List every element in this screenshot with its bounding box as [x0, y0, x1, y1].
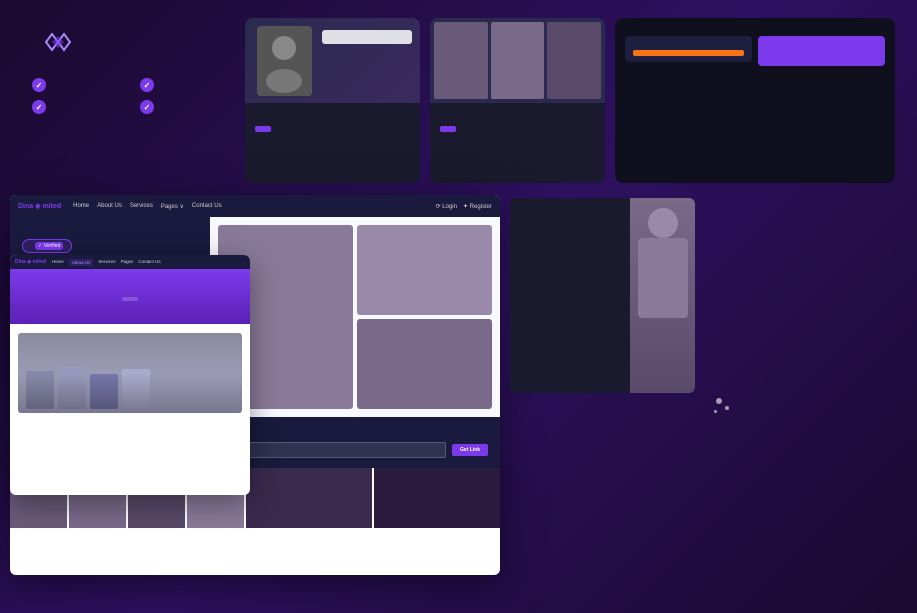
card-create-content [245, 103, 420, 145]
logo-area [32, 28, 232, 56]
check-icon-2 [32, 100, 46, 114]
logo-icon [40, 28, 76, 56]
mini-about-relationship [10, 324, 250, 419]
card-effectiveness-btn[interactable] [440, 126, 456, 132]
feel-free-preview-btn[interactable]: Get Link [452, 444, 488, 456]
nav-home: Home [73, 203, 89, 210]
dot-1 [716, 398, 722, 404]
mini-nav-contact: Contact Us [138, 259, 160, 266]
pricing-beginner-btn[interactable] [633, 50, 744, 56]
nav-services: Services [130, 203, 153, 210]
hero-badge: ✓ Verified [22, 239, 72, 253]
left-panel [32, 28, 232, 114]
hero-badge-verified: ✓ Verified [35, 242, 63, 250]
eff-img-3 [547, 22, 601, 99]
check-icon-3 [140, 100, 154, 114]
eff-img-1 [434, 22, 488, 99]
nav-pages: Pages ∨ [161, 203, 184, 210]
preview-hero-right [210, 217, 500, 417]
want-to-person-image [630, 198, 695, 393]
feature-item-2 [32, 100, 124, 114]
dot-3 [714, 410, 717, 413]
mini-about-hero [10, 269, 250, 324]
card-effectiveness [430, 18, 605, 183]
nav-about: About Us [97, 203, 122, 210]
nav-login: ⟳ Login [436, 203, 457, 210]
mini-nav-logo: Dina ◈ mited [15, 259, 46, 265]
mini-nav-services: Services [98, 259, 115, 266]
preview-nav-logo: Dina ◈ mited [18, 202, 61, 210]
pricing-card-beginner [625, 36, 752, 62]
mini-nav-pages: Pages [121, 259, 134, 266]
feature-item-1 [140, 78, 232, 92]
mini-nav-home: Home [52, 259, 64, 266]
card-create-image [245, 18, 420, 103]
eff-img-2 [491, 22, 545, 99]
mini-preview-about: Dina ◈ mited Home About Us Services Page… [10, 255, 250, 495]
card-effectiveness-content [430, 103, 605, 145]
hero-img-2 [357, 225, 492, 315]
preview-nav-btns: ⟳ Login ✦ Register [436, 203, 492, 210]
features-list [32, 78, 232, 114]
strip-img-adsense2 [374, 468, 500, 528]
preview-nav-items: Home About Us Services Pages ∨ Contact U… [73, 203, 423, 210]
card-create [245, 18, 420, 183]
card-create-btn[interactable] [255, 126, 271, 132]
dot-2 [725, 406, 729, 410]
mini-about-btn[interactable] [122, 297, 138, 301]
card-want-to [510, 198, 695, 393]
mini-nav: Dina ◈ mited Home About Us Services Page… [10, 255, 250, 269]
hero-img-3 [357, 319, 492, 409]
card-create-person [257, 26, 312, 96]
feature-item-3 [140, 100, 232, 114]
mini-nav-items: Home About Us Services Pages Contact Us [52, 259, 161, 266]
nav-register: ✦ Register [463, 203, 492, 210]
main-container: e [0, 0, 917, 613]
nav-contact: Contact Us [192, 203, 222, 210]
check-icon-0 [32, 78, 46, 92]
card-effectiveness-images [430, 18, 605, 103]
preview-nav: Dina ◈ mited Home About Us Services Page… [10, 195, 500, 217]
mini-nav-about: About Us [69, 259, 94, 266]
check-icon-1 [140, 78, 154, 92]
feature-item-0 [32, 78, 124, 92]
strip-img-adsense [246, 468, 372, 528]
mini-about-team-image [18, 333, 242, 413]
card-create-search-bar [322, 30, 412, 44]
pricing-card-essential [758, 36, 885, 66]
card-open-design [615, 18, 895, 183]
